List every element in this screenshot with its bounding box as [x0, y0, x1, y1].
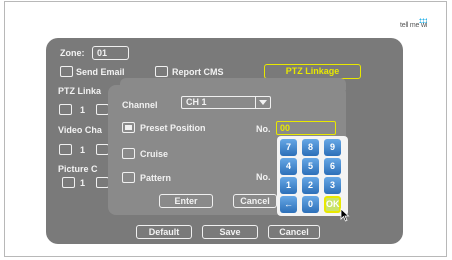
- preset-no-label: No.: [256, 124, 271, 134]
- channel-select-value: CH 1: [186, 97, 207, 107]
- backspace-key[interactable]: ←: [280, 196, 297, 213]
- cruise-checkbox[interactable]: [122, 148, 135, 159]
- pattern-checkbox[interactable]: [122, 172, 135, 183]
- brand-logo: tell me wi: [400, 18, 444, 32]
- dialog-cancel-button[interactable]: Cancel: [233, 194, 277, 208]
- preset-position-label: Preset Position: [140, 123, 206, 133]
- key-0[interactable]: 0: [302, 196, 319, 213]
- key-2[interactable]: 2: [302, 177, 319, 194]
- chevron-down-icon[interactable]: [255, 97, 270, 108]
- key-5[interactable]: 5: [302, 158, 319, 175]
- save-button[interactable]: Save: [202, 225, 258, 239]
- numeric-keypad: 7 8 9 4 5 6 1 2 3 ← 0 OK: [277, 136, 348, 216]
- ptz-checkbox-1-label: 1: [80, 105, 86, 115]
- key-9[interactable]: 9: [324, 139, 341, 156]
- picture-checkbox-1-label: 1: [80, 178, 86, 188]
- report-cms-checkbox[interactable]: [155, 66, 168, 77]
- key-1[interactable]: 1: [280, 177, 297, 194]
- zone-input[interactable]: 01: [92, 46, 129, 60]
- key-8[interactable]: 8: [302, 139, 319, 156]
- video-checkbox-1-label: 1: [80, 145, 86, 155]
- ptz-checkbox-1[interactable]: [59, 104, 72, 115]
- zone-label: Zone:: [60, 48, 85, 58]
- cruise-label: Cruise: [140, 149, 169, 159]
- picture-checkbox-1[interactable]: [62, 177, 75, 188]
- video-checkbox-1[interactable]: [59, 144, 72, 155]
- channel-select[interactable]: CH 1: [181, 96, 271, 109]
- pattern-no-label: No.: [256, 172, 271, 182]
- key-6[interactable]: 6: [324, 158, 341, 175]
- preset-position-checkbox[interactable]: [122, 122, 135, 133]
- enter-button[interactable]: Enter: [159, 194, 213, 208]
- preset-number-input[interactable]: 00: [276, 121, 336, 135]
- key-4[interactable]: 4: [280, 158, 297, 175]
- brand-logo-text: tell me wi: [400, 22, 428, 29]
- ok-key[interactable]: OK: [324, 196, 341, 213]
- video-channel-label: Video Cha: [58, 125, 102, 135]
- report-cms-label: Report CMS: [172, 67, 224, 77]
- key-3[interactable]: 3: [324, 177, 341, 194]
- ptz-linkage-button[interactable]: PTZ Linkage: [264, 64, 361, 79]
- ptz-linkage-label: PTZ Linka: [58, 86, 102, 96]
- pattern-label: Pattern: [140, 173, 172, 183]
- mouse-cursor-icon: [340, 208, 350, 222]
- cancel-button[interactable]: Cancel: [268, 225, 320, 239]
- default-button[interactable]: Default: [136, 225, 192, 239]
- send-email-checkbox[interactable]: [60, 66, 73, 77]
- send-email-label: Send Email: [76, 67, 125, 77]
- channel-label: Channel: [122, 100, 158, 110]
- picture-capture-label: Picture C: [58, 164, 98, 174]
- key-7[interactable]: 7: [280, 139, 297, 156]
